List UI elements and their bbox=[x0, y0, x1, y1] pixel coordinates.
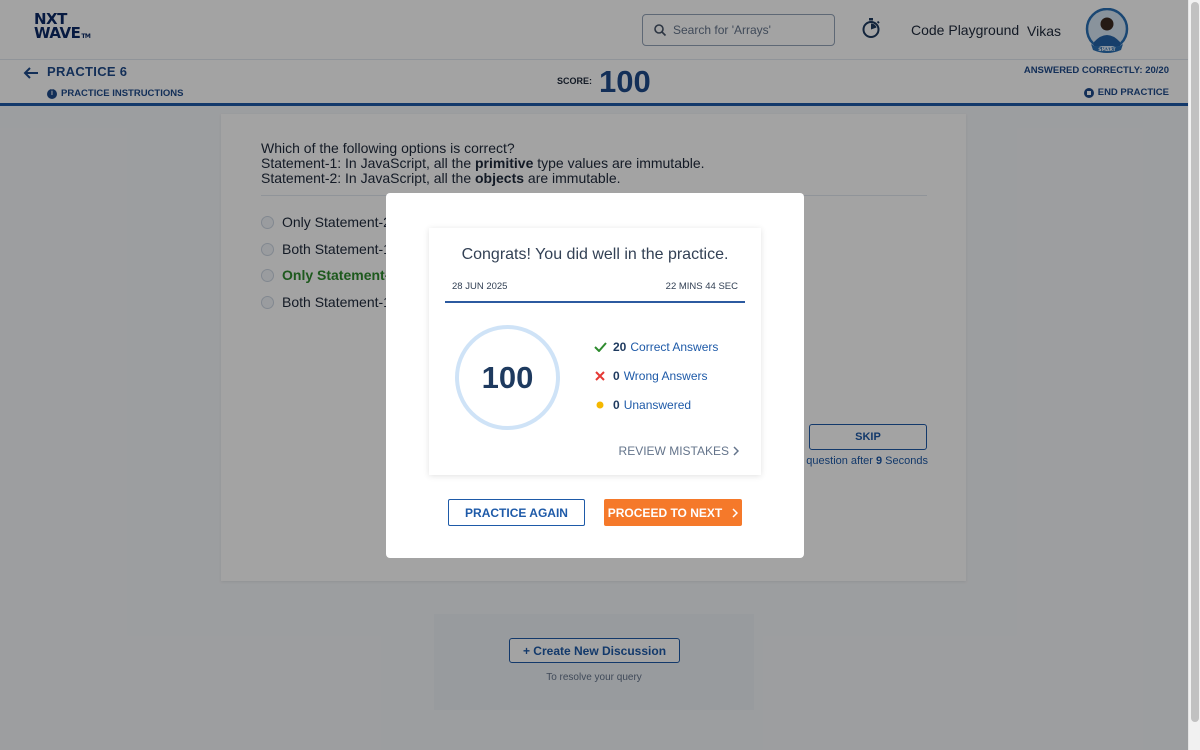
congrats-message: Congrats! You did well in the practice. bbox=[461, 246, 729, 263]
practice-duration: 22 MINS 44 SEC bbox=[665, 281, 738, 292]
page-scrollbar[interactable] bbox=[1188, 0, 1200, 750]
correct-answers-stat: 20 Correct Answers bbox=[593, 340, 718, 354]
dot-icon bbox=[593, 401, 607, 409]
practice-date: 28 JUN 2025 bbox=[452, 281, 508, 292]
cross-icon bbox=[593, 371, 607, 381]
result-card: Congrats! You did well in the practice. … bbox=[429, 228, 761, 475]
practice-again-button[interactable]: PRACTICE AGAIN bbox=[448, 499, 585, 526]
unanswered-stat: 0 Unanswered bbox=[593, 398, 691, 412]
wrong-answers-stat: 0 Wrong Answers bbox=[593, 369, 708, 383]
chevron-right-icon bbox=[733, 446, 739, 456]
meta-divider bbox=[445, 301, 745, 303]
check-icon bbox=[593, 342, 607, 352]
chevron-right-icon bbox=[732, 507, 739, 518]
review-mistakes-link[interactable]: REVIEW MISTAKES bbox=[619, 444, 739, 458]
practice-result-modal: Congrats! You did well in the practice. … bbox=[386, 193, 804, 558]
proceed-to-next-button[interactable]: PROCEED TO NEXT bbox=[604, 499, 742, 526]
scroll-thumb[interactable] bbox=[1191, 2, 1199, 722]
review-mistakes-label: REVIEW MISTAKES bbox=[618, 444, 729, 458]
proceed-label: PROCEED TO NEXT bbox=[607, 505, 723, 520]
score-ring: 100 bbox=[455, 325, 560, 430]
result-score: 100 bbox=[481, 359, 534, 395]
